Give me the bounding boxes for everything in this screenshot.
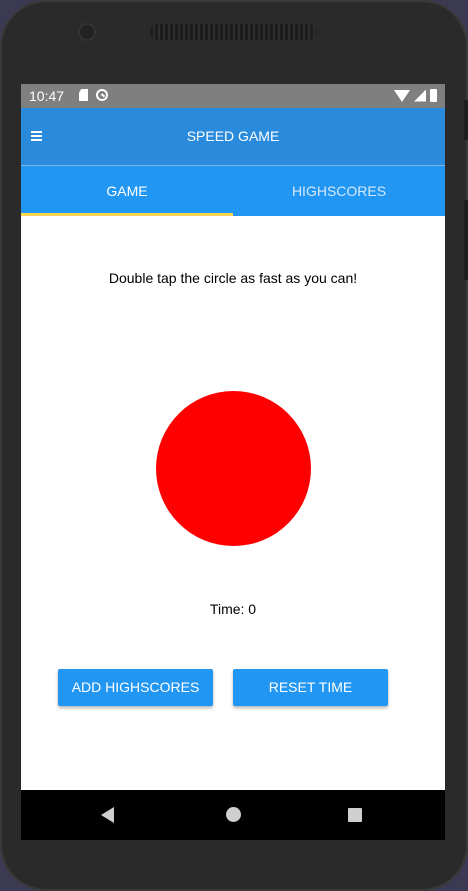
app-screen: 10:47 SPEED GAME GAME HIGHSCORES Double … (21, 84, 445, 840)
recents-icon[interactable] (348, 808, 362, 822)
volume-button (464, 200, 468, 280)
tab-game[interactable]: GAME (21, 166, 233, 216)
app-bar: SPEED GAME (21, 108, 445, 166)
battery-icon (430, 89, 437, 102)
app-title: SPEED GAME (186, 128, 280, 144)
signal-icon (414, 89, 426, 102)
phone-top-bezel (0, 0, 468, 84)
phone-frame: 10:47 SPEED GAME GAME HIGHSCORES Double … (0, 0, 468, 891)
front-camera (80, 25, 94, 39)
status-time: 10:47 (29, 88, 65, 104)
status-bar: 10:47 (21, 84, 445, 108)
game-instruction: Double tap the circle as fast as you can… (108, 270, 358, 286)
home-icon[interactable] (226, 807, 241, 822)
reset-time-button[interactable]: RESET TIME (233, 669, 388, 706)
earpiece-speaker (150, 24, 316, 40)
sync-icon (96, 89, 108, 101)
time-label: Time: 0 (209, 601, 257, 617)
tab-highscores[interactable]: HIGHSCORES (233, 166, 445, 216)
sd-card-icon (79, 89, 88, 101)
add-highscores-button[interactable]: ADD HIGHSCORES (58, 669, 213, 706)
wifi-icon (394, 89, 410, 102)
tap-target-circle[interactable] (156, 391, 311, 546)
tab-bar: GAME HIGHSCORES (21, 166, 445, 216)
active-tab-indicator (21, 213, 233, 216)
system-nav-bar (21, 790, 445, 840)
back-icon[interactable] (101, 807, 114, 823)
power-button (464, 100, 468, 140)
